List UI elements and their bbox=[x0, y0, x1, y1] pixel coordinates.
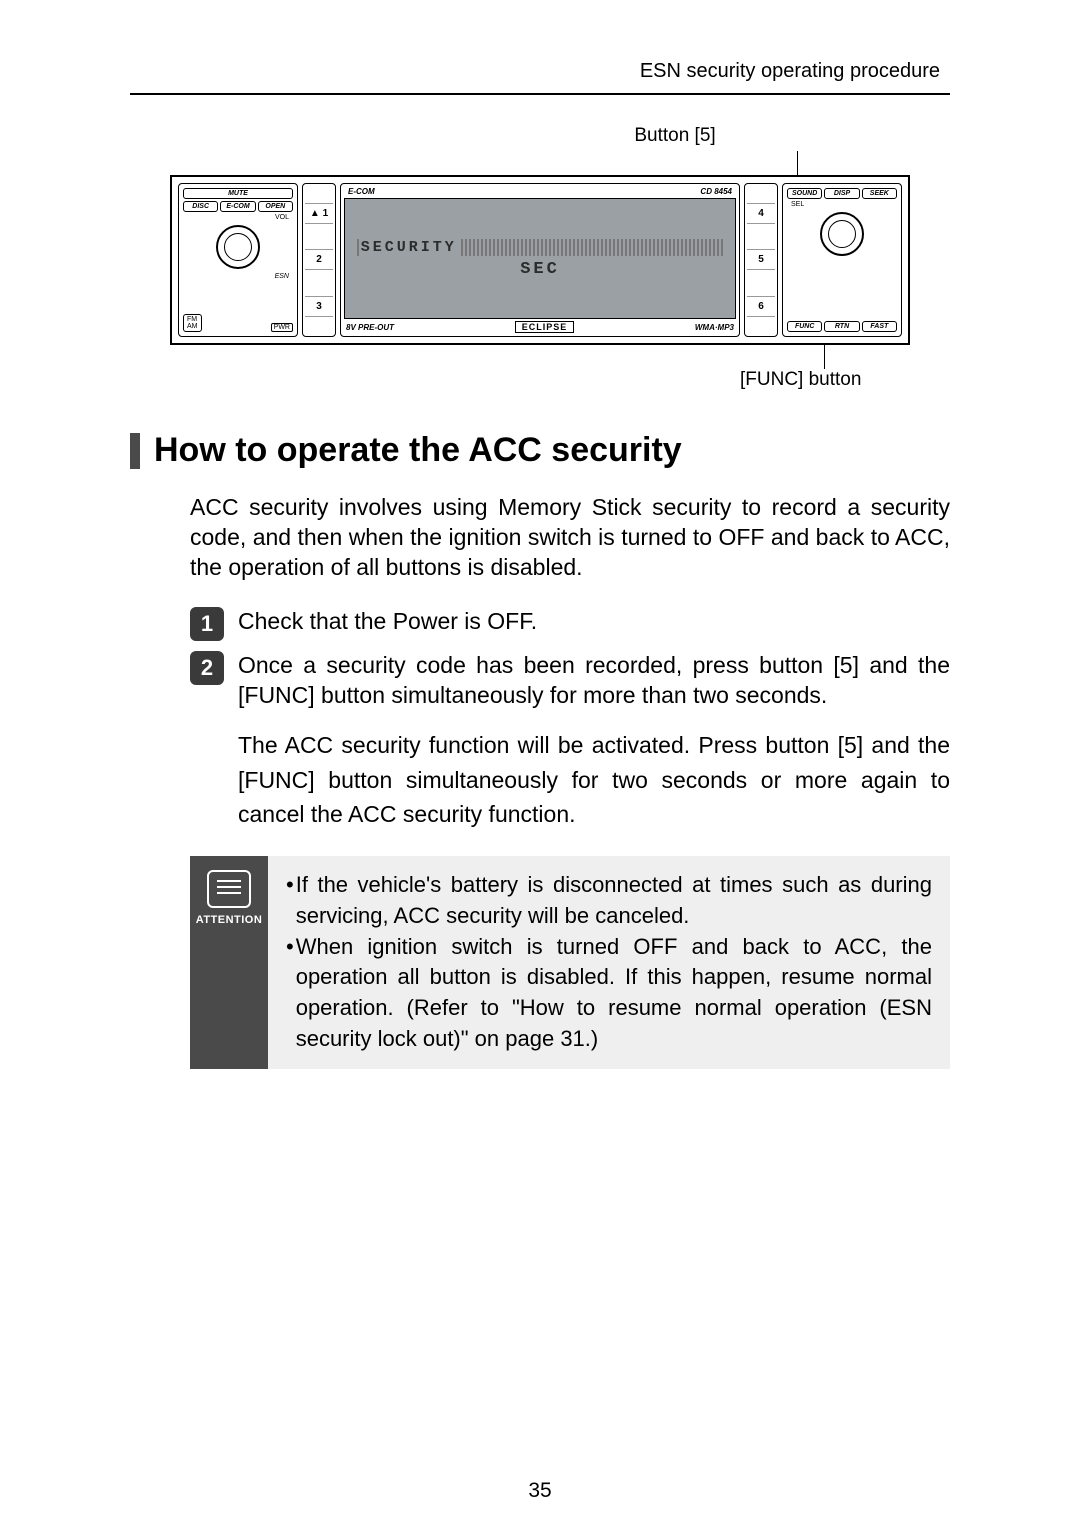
rtn-button: RTN bbox=[824, 321, 859, 332]
mute-button: MUTE bbox=[183, 188, 293, 199]
attention-label: ATTENTION bbox=[196, 914, 263, 926]
eclipse-label: ECLIPSE bbox=[515, 321, 575, 333]
title-bar-icon bbox=[130, 433, 140, 469]
panel-center: E-COM CD 8454 SECURITY SEC 8V PRE-OUT EC… bbox=[340, 183, 740, 337]
fm-am-button: FM AM bbox=[183, 314, 202, 332]
preset-4: 4 bbox=[747, 203, 775, 224]
ecom-button: E-COM bbox=[220, 201, 255, 212]
panel-right: SOUND DISP SEEK SEL FUNC RTN FAST bbox=[782, 183, 902, 337]
preset-1: ▲ 1 bbox=[305, 203, 333, 224]
fast-button: FAST bbox=[862, 321, 897, 332]
step-1-text: Check that the Power is OFF. bbox=[238, 607, 950, 637]
preset-6: 6 bbox=[747, 296, 775, 317]
lcd-display: SECURITY SEC bbox=[344, 198, 736, 319]
numcol-left: ▲ 1 2 3 bbox=[302, 183, 336, 337]
step-badge-2: 2 bbox=[190, 651, 224, 685]
device-diagram: Button [5] MUTE DISC E-COM OPEN VOL ESN … bbox=[170, 125, 920, 391]
step-1: 1 Check that the Power is OFF. bbox=[190, 607, 950, 641]
volume-knob bbox=[216, 225, 260, 269]
step-2-text: Once a security code has been recorded, … bbox=[238, 651, 950, 711]
disc-button: DISC bbox=[183, 201, 218, 212]
vol-label: VOL bbox=[183, 214, 293, 221]
preout-label: 8V PRE-OUT bbox=[346, 323, 394, 332]
preset-2: 2 bbox=[305, 249, 333, 270]
step-badge-1: 1 bbox=[190, 607, 224, 641]
panel-left: MUTE DISC E-COM OPEN VOL ESN FM AM PWR bbox=[178, 183, 298, 337]
callout-func: [FUNC] button bbox=[740, 369, 920, 391]
callout-line-top bbox=[797, 151, 798, 175]
esn-label: ESN bbox=[183, 273, 293, 280]
step-2-detail: The ACC security function will be activa… bbox=[238, 728, 950, 832]
page-number: 35 bbox=[0, 1479, 1080, 1503]
callout-button5: Button [5] bbox=[430, 125, 920, 147]
lcd-line1: SECURITY bbox=[361, 239, 461, 256]
preset-3: 3 bbox=[305, 296, 333, 317]
seek-button: SEEK bbox=[862, 188, 897, 199]
pwr-button: PWR bbox=[271, 323, 293, 332]
open-button: OPEN bbox=[258, 201, 293, 212]
wma-label: WMA·MP3 bbox=[695, 323, 734, 332]
header-title: ESN security operating procedure bbox=[130, 60, 950, 83]
book-icon bbox=[207, 870, 251, 908]
eject-icon: ▲ bbox=[310, 208, 320, 219]
select-knob bbox=[820, 212, 864, 256]
attention-box: ATTENTION •If the vehicle's battery is d… bbox=[190, 856, 950, 1069]
disp-button: DISP bbox=[824, 188, 859, 199]
am-label: AM bbox=[187, 323, 198, 330]
sound-button: SOUND bbox=[787, 188, 822, 199]
bullet-icon: • bbox=[286, 932, 294, 1055]
model-label: CD 8454 bbox=[700, 187, 732, 196]
sel-label: SEL bbox=[787, 201, 897, 208]
brand-label: E-COM bbox=[348, 187, 375, 196]
callout-line-bottom bbox=[824, 345, 825, 369]
car-stereo-panel: MUTE DISC E-COM OPEN VOL ESN FM AM PWR ▲… bbox=[170, 175, 910, 345]
bullet-icon: • bbox=[286, 870, 294, 932]
intro-paragraph: ACC security involves using Memory Stick… bbox=[190, 493, 950, 583]
section-title-text: How to operate the ACC security bbox=[154, 431, 682, 470]
numcol-right: 4 5 6 bbox=[744, 183, 778, 337]
fm-label: FM bbox=[187, 316, 198, 323]
header-rule bbox=[130, 93, 950, 95]
attention-sidebar: ATTENTION bbox=[190, 856, 268, 1069]
lcd-line2: SEC bbox=[520, 260, 560, 279]
n1-label: 1 bbox=[323, 208, 329, 219]
step-2: 2 Once a security code has been recorded… bbox=[190, 651, 950, 711]
attention-body: •If the vehicle's battery is disconnecte… bbox=[268, 856, 950, 1069]
attention-bullet-1: If the vehicle's battery is disconnected… bbox=[296, 870, 932, 932]
section-heading: How to operate the ACC security bbox=[130, 431, 950, 470]
func-button: FUNC bbox=[787, 321, 822, 332]
preset-5: 5 bbox=[747, 249, 775, 270]
attention-bullet-2: When ignition switch is turned OFF and b… bbox=[296, 932, 932, 1055]
